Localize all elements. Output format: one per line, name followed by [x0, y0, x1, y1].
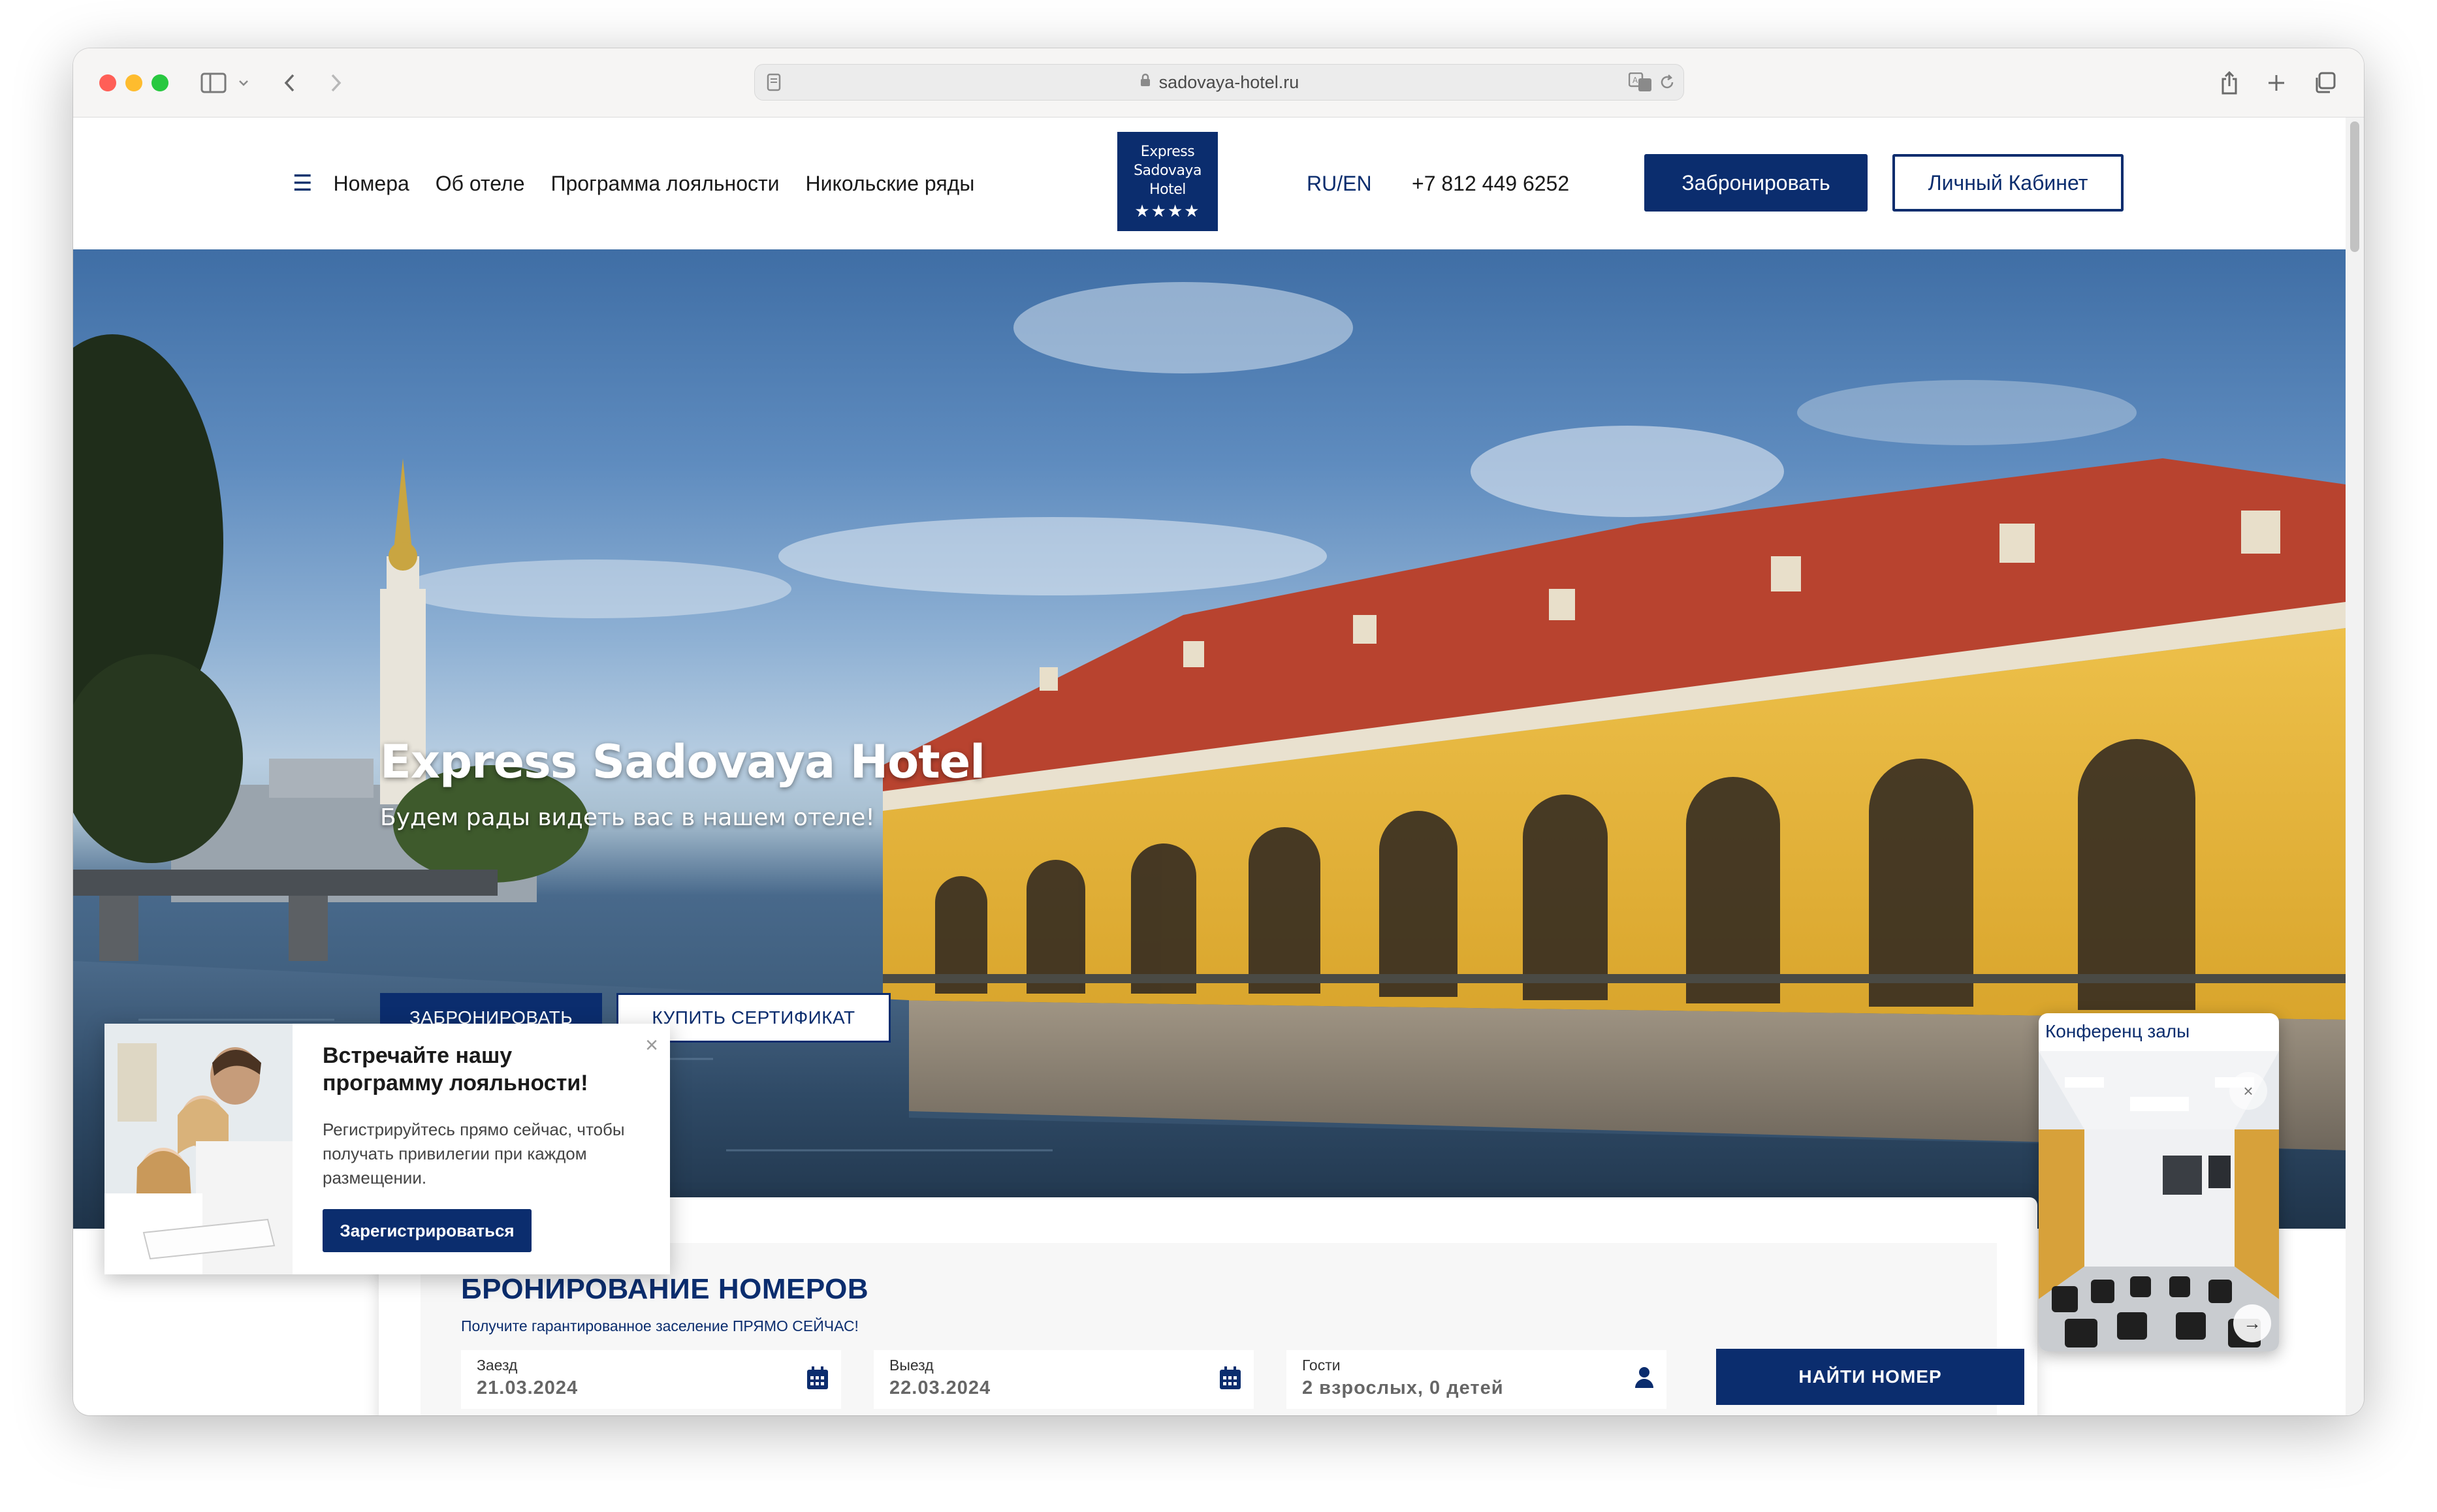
arrow-right-icon[interactable]: →: [2233, 1304, 2271, 1342]
main-nav: ☰ Номера Об отеле Программа лояльности Н…: [293, 118, 974, 249]
close-icon[interactable]: ×: [645, 1033, 658, 1058]
hotel-logo[interactable]: Express Sadovaya Hotel ★★★★: [1117, 132, 1218, 231]
lock-icon: [1139, 73, 1151, 91]
checkout-value: 22.03.2024: [889, 1378, 991, 1398]
find-room-button[interactable]: НАЙТИ НОМЕР: [1716, 1349, 2024, 1405]
checkin-label: Заезд: [477, 1357, 518, 1374]
loyalty-popup: Встречайте нашу программу лояльности! Ре…: [104, 1024, 670, 1274]
logo-stars: ★★★★: [1134, 201, 1201, 221]
new-tab-icon[interactable]: [2263, 65, 2289, 101]
address-bar[interactable]: sadovaya-hotel.ru A: [754, 64, 1684, 101]
guests-field[interactable]: Гости 2 взрослых, 0 детей: [1286, 1350, 1666, 1409]
hero-title: Express Sadovaya Hotel: [380, 735, 985, 789]
checkin-value: 21.03.2024: [477, 1378, 579, 1398]
logo-line-1: Express: [1140, 143, 1195, 160]
nav-item-loyalty[interactable]: Программа лояльности: [550, 172, 779, 196]
page-scrollbar[interactable]: [2346, 118, 2364, 1415]
browser-window: sadovaya-hotel.ru A ☰ Номера Об отеле Пр…: [73, 48, 2364, 1415]
calendar-icon[interactable]: [1218, 1366, 1242, 1394]
zoom-window-button[interactable]: [151, 74, 168, 91]
menu-icon[interactable]: ☰: [293, 170, 312, 197]
conference-widget[interactable]: Конференц залы × →: [2039, 1013, 2279, 1351]
guests-value: 2 взрослых, 0 детей: [1302, 1378, 1504, 1398]
checkin-field[interactable]: Заезд 21.03.2024: [461, 1350, 841, 1409]
site-header: ☰ Номера Об отеле Программа лояльности Н…: [73, 118, 2364, 249]
checkout-field[interactable]: Выезд 22.03.2024: [874, 1350, 1254, 1409]
browser-toolbar: sadovaya-hotel.ru A: [73, 48, 2364, 118]
family-photo: [104, 1024, 293, 1274]
logo-line-3: Hotel: [1149, 181, 1186, 198]
language-switch[interactable]: RU/EN: [1307, 118, 1372, 249]
minimize-window-button[interactable]: [125, 74, 142, 91]
conference-title: Конференц залы: [2045, 1021, 2190, 1041]
phone-link[interactable]: +7 812 449 6252: [1412, 118, 1569, 249]
personal-cabinet-button[interactable]: Личный Кабинет: [1892, 154, 2124, 212]
nav-item-rooms[interactable]: Номера: [333, 172, 409, 196]
book-button[interactable]: Забронировать: [1644, 154, 1868, 212]
page-icon: [767, 73, 781, 96]
booking-subtitle: Получите гарантированное заселение ПРЯМО…: [461, 1317, 859, 1334]
calendar-icon[interactable]: [806, 1366, 829, 1394]
checkout-label: Выезд: [889, 1357, 934, 1374]
nav-item-about[interactable]: Об отеле: [436, 172, 525, 196]
svg-text:A: A: [1633, 76, 1638, 85]
hero-subtitle: Будем рады видеть вас в нашем отеле!: [380, 804, 875, 831]
sidebar-icon[interactable]: [197, 65, 230, 101]
share-icon[interactable]: [2216, 65, 2242, 101]
forward-icon[interactable]: [323, 65, 349, 101]
url-text: sadovaya-hotel.ru: [1158, 72, 1299, 92]
close-icon[interactable]: ×: [2229, 1072, 2267, 1110]
nav-item-nikolskie[interactable]: Никольские ряды: [806, 172, 975, 196]
translate-icon[interactable]: A: [1628, 72, 1653, 97]
close-window-button[interactable]: [99, 74, 116, 91]
logo-line-2: Sadovaya: [1134, 162, 1202, 179]
scrollbar-thumb[interactable]: [2350, 121, 2359, 252]
loyalty-text: Регистрируйтесь прямо сейчас, чтобы полу…: [323, 1120, 625, 1188]
guests-label: Гости: [1302, 1357, 1341, 1374]
tab-overview-icon[interactable]: [2312, 65, 2338, 101]
person-icon: [1634, 1366, 1655, 1393]
reload-icon[interactable]: [1659, 74, 1676, 95]
register-button[interactable]: Зарегистрироваться: [323, 1209, 532, 1252]
chevron-down-icon[interactable]: [234, 65, 253, 101]
loyalty-title: Встречайте нашу программу лояльности!: [323, 1043, 588, 1095]
booking-title: БРОНИРОВАНИЕ НОМЕРОВ: [461, 1273, 869, 1305]
back-icon[interactable]: [277, 65, 303, 101]
